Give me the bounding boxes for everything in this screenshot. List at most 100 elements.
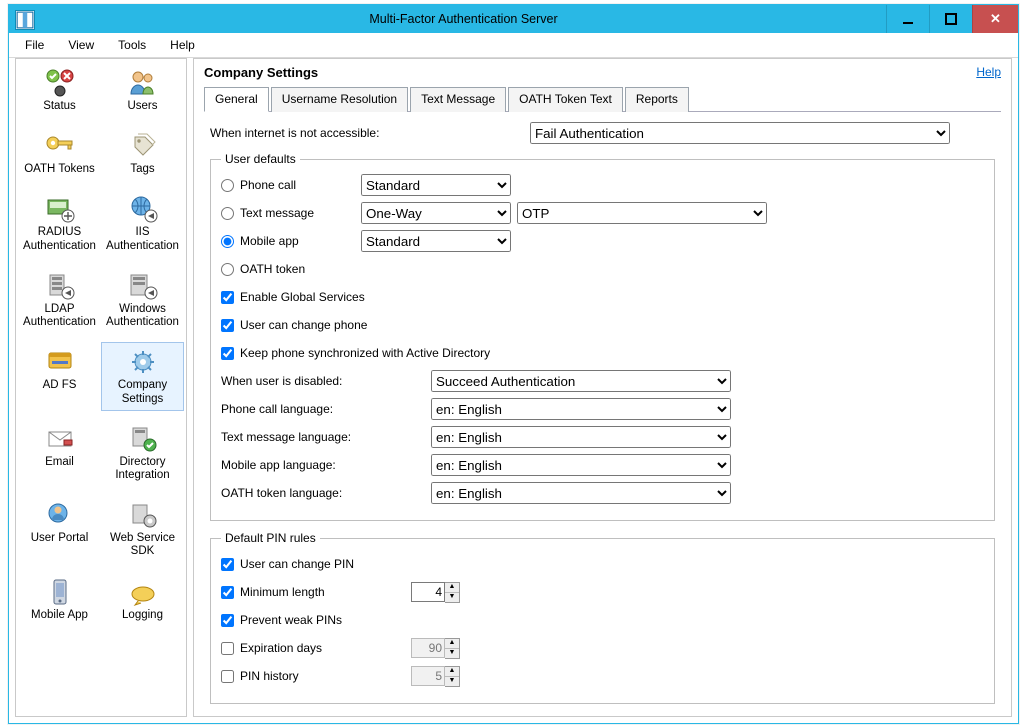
tab-general[interactable]: General	[204, 87, 269, 112]
spin-up-icon: ▲	[445, 639, 459, 649]
key-icon	[43, 131, 77, 161]
tab-oath-token-text[interactable]: OATH Token Text	[508, 87, 623, 112]
close-button[interactable]: ✕	[972, 5, 1018, 33]
check-pin-min[interactable]	[221, 586, 234, 599]
sidebar: Status Users OATH Tokens Tags	[15, 58, 187, 717]
radio-mobile-app-label: Mobile app	[240, 234, 299, 248]
radio-mobile-app[interactable]	[221, 235, 234, 248]
check-pin-change-label: User can change PIN	[240, 557, 354, 571]
lang-phone-select[interactable]: en: English	[431, 398, 731, 420]
sidebar-item-label: Windows Authentication	[104, 303, 181, 329]
windows-auth-icon	[126, 271, 160, 301]
pin-rules-legend: Default PIN rules	[221, 531, 320, 545]
lang-phone-label: Phone call language:	[221, 402, 431, 416]
radio-text-message[interactable]	[221, 207, 234, 220]
check-sync-ad[interactable]	[221, 347, 234, 360]
main-panel: Company Settings Help General Username R…	[193, 58, 1012, 717]
spin-up-icon: ▲	[445, 667, 459, 677]
sidebar-item-label: Company Settings	[104, 379, 181, 405]
when-disabled-label: When user is disabled:	[221, 374, 431, 388]
sidebar-item-label: Directory Integration	[104, 456, 181, 482]
spin-down-icon: ▼	[445, 677, 459, 686]
sidebar-item-directory-integration[interactable]: Directory Integration	[101, 419, 184, 487]
minimize-button[interactable]	[886, 5, 929, 33]
sidebar-item-email[interactable]: Email	[18, 419, 101, 487]
sidebar-item-users[interactable]: Users	[101, 63, 184, 118]
check-pin-hist[interactable]	[221, 670, 234, 683]
mobile-app-mode-select[interactable]: Standard	[361, 230, 511, 252]
spin-up-icon[interactable]: ▲	[445, 583, 459, 593]
email-icon	[43, 424, 77, 454]
pin-hist-input	[411, 666, 445, 686]
sidebar-item-label: RADIUS Authentication	[21, 226, 98, 252]
window-title: Multi-Factor Authentication Server	[41, 5, 886, 33]
when-no-internet-label: When internet is not accessible:	[210, 126, 530, 140]
phone-call-mode-select[interactable]: Standard	[361, 174, 511, 196]
when-no-internet-select[interactable]: Fail Authentication	[530, 122, 950, 144]
sidebar-item-label: AD FS	[43, 379, 77, 392]
text-message-mode-select[interactable]: One-Way	[361, 202, 511, 224]
spin-down-icon: ▼	[445, 649, 459, 658]
menu-tools[interactable]: Tools	[108, 35, 156, 55]
sidebar-item-windows-auth[interactable]: Windows Authentication	[101, 266, 184, 334]
check-change-phone[interactable]	[221, 319, 234, 332]
help-link[interactable]: Help	[976, 65, 1001, 79]
check-change-phone-label: User can change phone	[240, 318, 367, 332]
mobile-icon	[43, 577, 77, 607]
sidebar-item-company-settings[interactable]: Company Settings	[101, 342, 184, 410]
sidebar-item-oath-tokens[interactable]: OATH Tokens	[18, 126, 101, 181]
radio-oath-token[interactable]	[221, 263, 234, 276]
tab-strip: General Username Resolution Text Message…	[204, 86, 1001, 112]
text-message-type-select[interactable]: OTP	[517, 202, 767, 224]
lang-app-label: Mobile app language:	[221, 458, 431, 472]
pin-exp-input	[411, 638, 445, 658]
iis-icon	[126, 194, 160, 224]
check-pin-change[interactable]	[221, 558, 234, 571]
sdk-icon	[126, 500, 160, 530]
sidebar-item-status[interactable]: Status	[18, 63, 101, 118]
tab-text-message[interactable]: Text Message	[410, 87, 506, 112]
sidebar-item-label: Logging	[122, 609, 163, 622]
sidebar-item-label: User Portal	[31, 532, 89, 545]
radius-icon	[43, 194, 77, 224]
check-pin-exp-label: Expiration days	[240, 641, 322, 655]
ldap-icon	[43, 271, 77, 301]
sidebar-item-label: Email	[45, 456, 74, 469]
maximize-button[interactable]	[929, 5, 972, 33]
check-pin-exp[interactable]	[221, 642, 234, 655]
app-window: Multi-Factor Authentication Server ✕ Fil…	[8, 4, 1019, 724]
lang-text-select[interactable]: en: English	[431, 426, 731, 448]
tab-username-resolution[interactable]: Username Resolution	[271, 87, 408, 112]
pin-hist-spinner: ▲▼	[411, 666, 460, 687]
sidebar-item-logging[interactable]: Logging	[101, 572, 184, 627]
sidebar-item-adfs[interactable]: AD FS	[18, 342, 101, 410]
menu-file[interactable]: File	[15, 35, 54, 55]
lang-oath-select[interactable]: en: English	[431, 482, 731, 504]
sidebar-item-ldap[interactable]: LDAP Authentication	[18, 266, 101, 334]
spin-down-icon[interactable]: ▼	[445, 593, 459, 602]
sidebar-item-iis[interactable]: IIS Authentication	[101, 189, 184, 257]
radio-phone-call[interactable]	[221, 179, 234, 192]
radio-oath-token-label: OATH token	[240, 262, 305, 276]
menubar: File View Tools Help	[9, 33, 1018, 58]
pin-exp-spinner: ▲▼	[411, 638, 460, 659]
check-pin-weak[interactable]	[221, 614, 234, 627]
pin-rules-group: Default PIN rules User can change PIN Mi…	[210, 531, 995, 704]
sidebar-item-radius[interactable]: RADIUS Authentication	[18, 189, 101, 257]
sidebar-item-mobile-app[interactable]: Mobile App	[18, 572, 101, 627]
lang-app-select[interactable]: en: English	[431, 454, 731, 476]
sidebar-item-tags[interactable]: Tags	[101, 126, 184, 181]
titlebar: Multi-Factor Authentication Server ✕	[9, 5, 1018, 33]
sidebar-item-label: Status	[43, 100, 76, 113]
sidebar-item-sdk[interactable]: Web Service SDK	[101, 495, 184, 563]
sidebar-item-user-portal[interactable]: User Portal	[18, 495, 101, 563]
app-icon	[15, 10, 35, 30]
check-enable-global[interactable]	[221, 291, 234, 304]
gear-icon	[126, 347, 160, 377]
menu-help[interactable]: Help	[160, 35, 205, 55]
menu-view[interactable]: View	[58, 35, 104, 55]
when-disabled-select[interactable]: Succeed Authentication	[431, 370, 731, 392]
tab-reports[interactable]: Reports	[625, 87, 689, 112]
pin-min-spinner[interactable]: ▲▼	[411, 582, 460, 603]
pin-min-input[interactable]	[411, 582, 445, 602]
